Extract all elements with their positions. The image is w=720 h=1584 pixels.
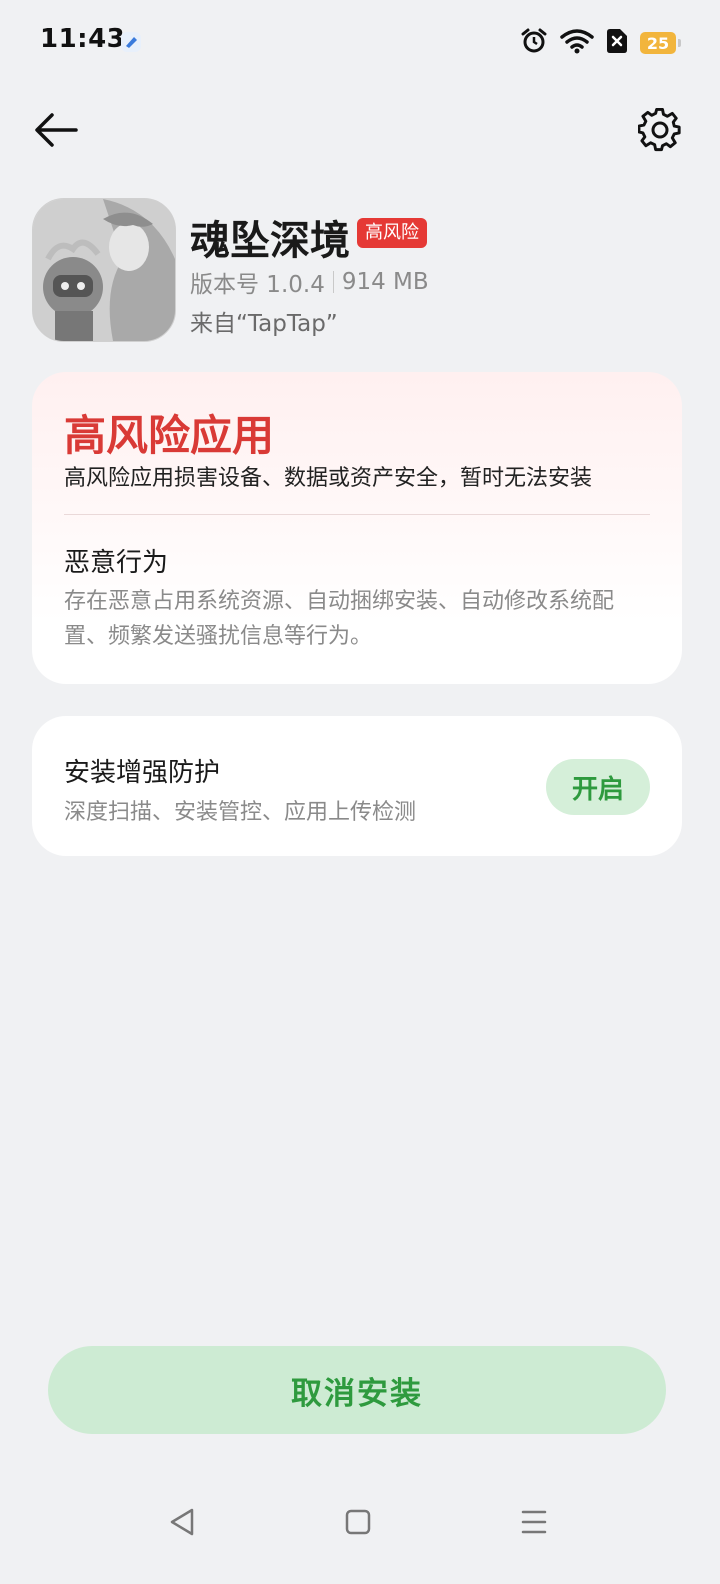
wifi-icon (560, 28, 594, 58)
app-icon (32, 198, 176, 342)
protection-description: 深度扫描、安装管控、应用上传检测 (64, 800, 417, 825)
gear-icon (637, 107, 682, 156)
nav-menu-icon (520, 1508, 548, 1540)
protection-title: 安装增强防护 (64, 758, 221, 788)
app-name: 魂坠深境 (190, 218, 350, 264)
behavior-title: 恶意行为 (64, 548, 169, 578)
nav-menu-button[interactable] (504, 1500, 564, 1548)
app-source: 来自“TapTap” (190, 311, 338, 337)
alarm-icon (520, 27, 548, 59)
back-button[interactable] (30, 108, 82, 156)
app-size: 914 MB (341, 269, 429, 295)
sim-off-icon (606, 28, 628, 58)
app-notification-icon (120, 31, 142, 53)
risk-badge: 高风险 (357, 218, 427, 248)
status-time: 11:43 (40, 24, 126, 54)
nav-home-icon (344, 1508, 372, 1540)
risk-description: 高风险应用损害设备、数据或资产安全，暂时无法安装 (64, 466, 593, 491)
app-meta: 版本号 1.0.4 914 MB (190, 265, 429, 299)
back-arrow-icon (34, 112, 78, 152)
cancel-install-button[interactable]: 取消安装 (48, 1346, 666, 1434)
nav-back-icon (168, 1507, 196, 1541)
nav-back-button[interactable] (152, 1500, 212, 1548)
app-version: 版本号 1.0.4 (190, 272, 325, 298)
risk-divider (64, 514, 650, 515)
nav-home-button[interactable] (328, 1500, 388, 1548)
meta-divider (332, 271, 334, 293)
behavior-description: 存在恶意占用系统资源、自动捆绑安装、自动修改系统配置、频繁发送骚扰信息等行为。 (64, 589, 615, 649)
battery-icon: 25 (640, 32, 681, 54)
status-icons: 25 (520, 26, 681, 60)
enable-protection-button[interactable]: 开启 (546, 759, 650, 815)
risk-title: 高风险应用 (64, 411, 275, 460)
settings-button[interactable] (634, 106, 686, 158)
